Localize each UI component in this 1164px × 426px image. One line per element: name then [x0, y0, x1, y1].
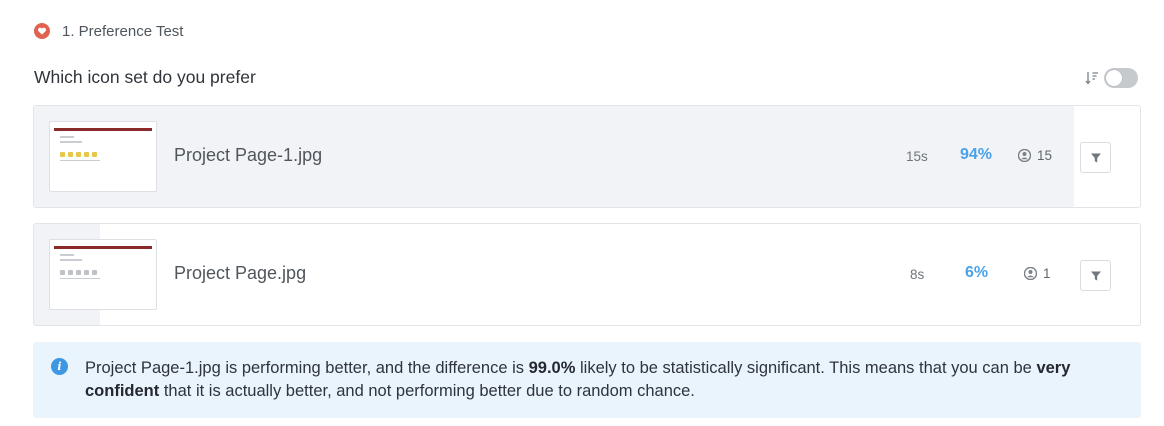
sort-controls — [1085, 68, 1138, 88]
file-name: Project Page-1.jpg — [174, 145, 323, 165]
voter-count-value: 15 — [1037, 148, 1053, 163]
callout-text: that it is actually better, and not perf… — [159, 382, 695, 400]
question-title: Which icon set do you prefer — [34, 67, 256, 87]
avg-time: 15s — [906, 149, 928, 164]
file-name: Project Page.jpg — [174, 263, 307, 283]
voter-count: 1 — [1024, 266, 1051, 281]
sort-descending-icon[interactable] — [1085, 69, 1099, 87]
preference-percent: 6% — [965, 264, 989, 281]
callout-message: Project Page-1.jpg is performing better,… — [85, 357, 1125, 403]
info-icon: i — [51, 358, 68, 375]
user-icon — [1024, 267, 1037, 280]
toggle-knob — [1106, 70, 1122, 86]
result-row: Project Page.jpg 8s 6% 1 — [33, 223, 1141, 326]
avg-time: 8s — [910, 267, 925, 282]
confidence-value: 99.0% — [528, 359, 576, 377]
result-row: Project Page-1.jpg 15s 94% 15 — [33, 105, 1141, 208]
filter-button[interactable] — [1080, 260, 1111, 291]
callout-text: likely to be statistically significant. … — [575, 359, 1037, 377]
voter-count-value: 1 — [1043, 266, 1051, 281]
callout-text: Project Page-1.jpg is performing better,… — [85, 359, 529, 377]
sort-toggle[interactable] — [1104, 68, 1138, 88]
significance-callout: i Project Page-1.jpg is performing bette… — [33, 342, 1141, 418]
test-header: 1. Preference Test — [34, 20, 183, 42]
voter-count: 15 — [1018, 148, 1052, 163]
filter-button[interactable] — [1080, 142, 1111, 173]
test-title: 1. Preference Test — [62, 22, 184, 40]
user-icon — [1018, 149, 1031, 162]
heart-icon — [34, 23, 50, 39]
filter-icon — [1090, 153, 1101, 162]
design-thumbnail[interactable] — [49, 121, 157, 192]
design-thumbnail[interactable] — [49, 239, 157, 310]
filter-icon — [1090, 271, 1101, 280]
preference-percent: 94% — [960, 146, 993, 163]
